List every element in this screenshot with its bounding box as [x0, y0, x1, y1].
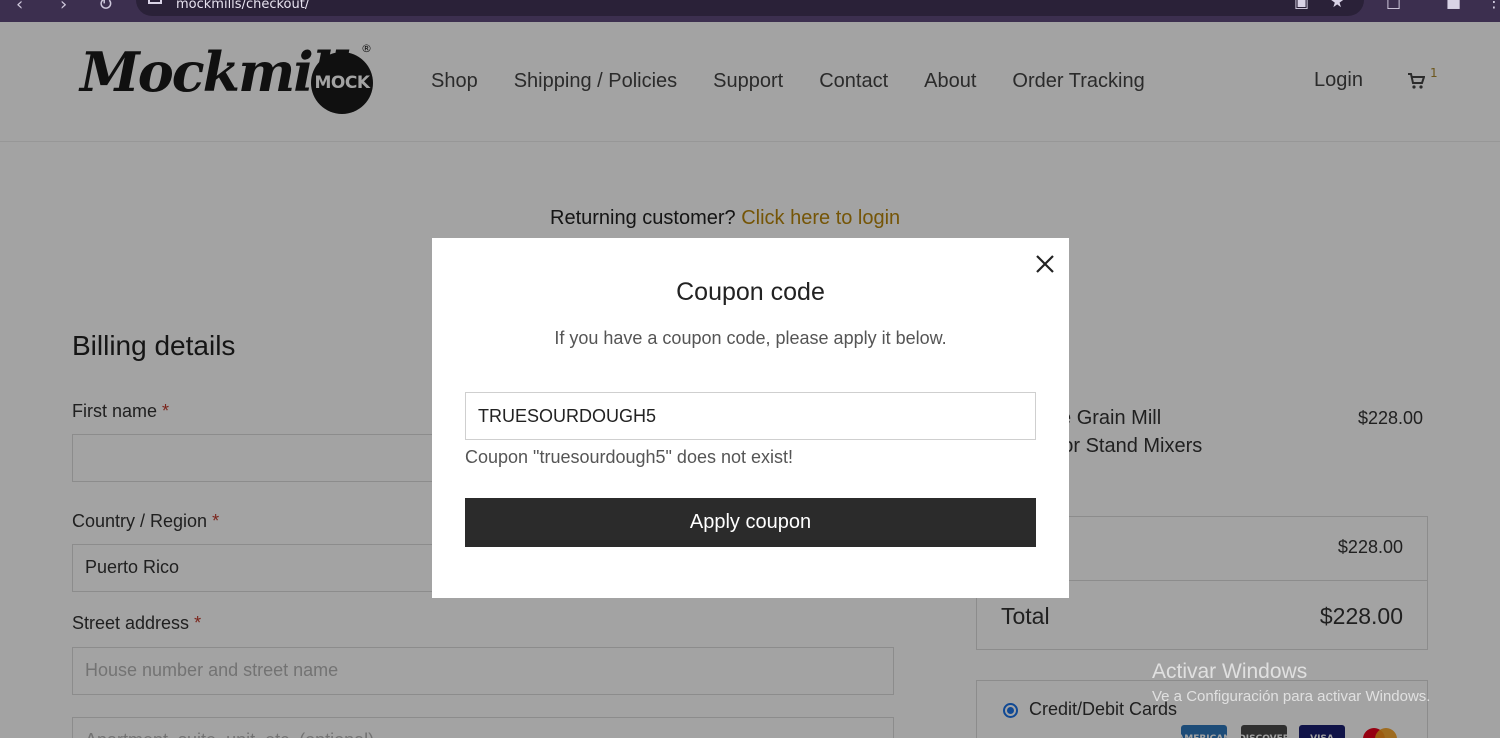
tab-icon[interactable]: □ [1386, 0, 1401, 11]
forward-icon[interactable]: › [60, 0, 67, 15]
translate-icon[interactable]: ▣ [1294, 0, 1309, 11]
profile-icon[interactable]: ■ [1446, 0, 1461, 11]
close-icon[interactable] [1032, 251, 1058, 277]
address-bar[interactable]: mockmills/checkout/ [136, 0, 1364, 16]
site-info-icon[interactable] [148, 0, 162, 4]
modal-description: If you have a coupon code, please apply … [554, 328, 947, 348]
bookmark-star-icon[interactable]: ★ [1330, 0, 1344, 11]
browser-toolbar: ‹ › ↻ mockmills/checkout/ ▣ ★ □ ■ ⋮ [0, 0, 1500, 22]
menu-kebab-icon[interactable]: ⋮ [1486, 0, 1500, 11]
modal-title: Coupon code [676, 278, 825, 306]
coupon-code-input[interactable] [465, 392, 1036, 440]
windows-activation-subtitle: Ve a Configuración para activar Windows. [1152, 688, 1431, 705]
coupon-error-message: Coupon "truesourdough5" does not exist! [465, 447, 793, 467]
windows-activation-title: Activar Windows [1152, 660, 1308, 683]
apply-coupon-button[interactable]: Apply coupon [465, 498, 1036, 547]
url-text: mockmills/checkout/ [176, 0, 310, 12]
back-icon[interactable]: ‹ [16, 0, 23, 15]
reload-icon[interactable]: ↻ [98, 0, 113, 15]
coupon-modal: Coupon code If you have a coupon code, p… [432, 238, 1069, 598]
